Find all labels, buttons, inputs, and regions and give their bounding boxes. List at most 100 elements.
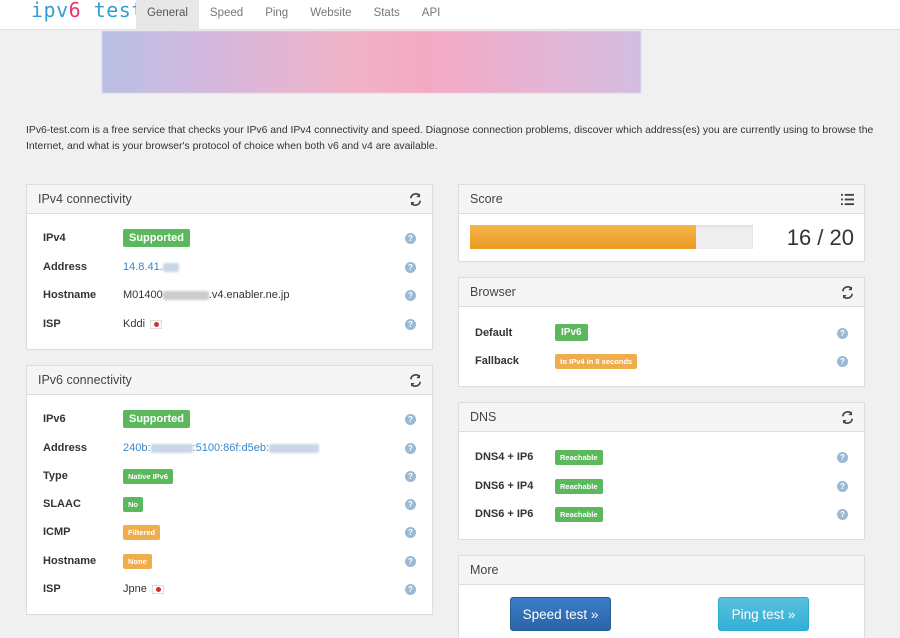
refresh-icon[interactable] (841, 411, 854, 424)
value-cell: Supported (123, 229, 190, 247)
ipv6-address-prefix[interactable]: 240b: (123, 442, 151, 454)
more-panel-header: More (459, 556, 864, 585)
type-badge: Native IPv6 (123, 469, 174, 484)
row-label: Address (43, 261, 88, 273)
hostname-prefix: M01400 (123, 289, 163, 301)
hostname-badge: None (123, 554, 152, 569)
main-nav: General Speed Ping Website Stats API (136, 0, 451, 30)
row-label: Type (43, 470, 68, 482)
help-icon[interactable]: ? (405, 584, 416, 595)
hostname-row: Hostname M01400 .v4.enabler.ne.jp ? (27, 286, 432, 306)
refresh-icon[interactable] (841, 286, 854, 299)
score-panel-header: Score (459, 185, 864, 214)
help-icon[interactable]: ? (837, 356, 848, 367)
help-icon[interactable]: ? (405, 233, 416, 244)
dns-panel: DNS DNS4 + IP6 Reachable ? DNS6 + IP4 Re… (458, 402, 865, 540)
value-cell: Supported (123, 410, 190, 428)
fallback-badge: to IPv4 in 8 seconds (555, 354, 638, 369)
row-label: DNS4 + IP6 (475, 451, 534, 463)
help-icon[interactable]: ? (405, 471, 416, 482)
row-label: Hostname (43, 289, 97, 301)
dns-panel-header: DNS (459, 403, 864, 432)
help-icon[interactable]: ? (837, 328, 848, 339)
ipv4-address-value[interactable]: 14.8.41. (123, 261, 163, 273)
help-icon[interactable]: ? (405, 499, 416, 510)
row-label: DNS6 + IP4 (475, 480, 534, 492)
row-label: Address (43, 442, 88, 454)
hostname-suffix: .v4.enabler.ne.jp (208, 289, 290, 301)
value-cell: Kddi (123, 318, 163, 330)
help-icon[interactable]: ? (837, 452, 848, 463)
value-cell: Jpne (123, 583, 164, 595)
list-icon[interactable] (841, 193, 854, 206)
browser-panel-title: Browser (470, 285, 516, 299)
score-panel: Score 16 / 20 (458, 184, 865, 262)
value-cell: IPv6 (555, 324, 588, 341)
japan-flag-icon (151, 584, 164, 594)
nav-website[interactable]: Website (299, 0, 362, 30)
fallback-row: Fallback to IPv4 in 8 seconds ? (459, 352, 864, 372)
row-label: ISP (43, 583, 61, 595)
dns6-ip4-row: DNS6 + IP4 Reachable ? (459, 477, 864, 497)
status-badge: Supported (123, 410, 190, 428)
slaac-badge: No (123, 497, 143, 512)
nav-general[interactable]: General (136, 0, 199, 30)
help-icon[interactable]: ? (405, 290, 416, 301)
more-panel-title: More (470, 563, 499, 577)
slaac-row: SLAAC No ? (27, 495, 432, 515)
help-icon[interactable]: ? (405, 262, 416, 273)
score-progress-bar (470, 225, 753, 249)
value-cell: Filtered (123, 525, 161, 540)
help-icon[interactable]: ? (405, 443, 416, 454)
row-label: ICMP (43, 526, 71, 538)
row-label: SLAAC (43, 498, 81, 510)
site-logo[interactable]: ipv6 test (31, 0, 144, 22)
score-progress-fill (470, 225, 697, 249)
help-icon[interactable]: ? (837, 509, 848, 520)
refresh-icon[interactable] (409, 374, 422, 387)
ping-test-button[interactable]: Ping test » (718, 597, 809, 631)
icmp-badge: Filtered (123, 525, 161, 540)
help-icon[interactable]: ? (405, 527, 416, 538)
navbar: ipv6 test General Speed Ping Website Sta… (0, 0, 900, 30)
value-cell: None (123, 554, 152, 569)
default-protocol-badge: IPv6 (555, 324, 588, 341)
japan-flag-icon (150, 319, 163, 329)
browser-panel-header: Browser (459, 278, 864, 307)
isp-row: ISP Kddi ? (27, 315, 432, 335)
dns4-ip6-row: DNS4 + IP6 Reachable ? (459, 448, 864, 468)
isp-value: Kddi (123, 318, 146, 330)
type-row: Type Native IPv6 ? (27, 467, 432, 487)
value-cell: M01400 .v4.enabler.ne.jp (123, 289, 290, 301)
refresh-icon[interactable] (409, 193, 422, 206)
row-label: DNS6 + IP6 (475, 508, 534, 520)
isp-value: Jpne (123, 583, 147, 595)
nav-api[interactable]: API (411, 0, 452, 30)
nav-stats[interactable]: Stats (363, 0, 411, 30)
nav-speed[interactable]: Speed (199, 0, 254, 30)
nav-ping[interactable]: Ping (254, 0, 299, 30)
icmp-row: ICMP Filtered ? (27, 523, 432, 543)
more-panel: More Speed test » Ping test » (458, 555, 865, 638)
value-cell: 14.8.41. (123, 261, 179, 273)
score-body: 16 / 20 (459, 214, 864, 262)
dns-panel-title: DNS (470, 410, 497, 424)
help-icon[interactable]: ? (405, 556, 416, 567)
ipv6-panel-title: IPv6 connectivity (38, 373, 132, 387)
ipv4-panel-title: IPv4 connectivity (38, 192, 132, 206)
help-icon[interactable]: ? (405, 319, 416, 330)
ipv4-panel-header: IPv4 connectivity (27, 185, 432, 214)
score-value: 16 / 20 (786, 225, 854, 250)
speed-test-button[interactable]: Speed test » (510, 597, 611, 631)
redacted-block (269, 443, 319, 453)
advertisement-banner[interactable] (102, 31, 641, 93)
hostname-row: Hostname None ? (27, 552, 432, 572)
isp-row: ISP Jpne ? (27, 580, 432, 600)
value-cell: Reachable (555, 479, 603, 494)
help-icon[interactable]: ? (405, 414, 416, 425)
logo-text-test: test (81, 0, 144, 22)
ipv6-row: IPv6 Supported ? (27, 410, 432, 430)
help-icon[interactable]: ? (837, 481, 848, 492)
ipv6-address-middle[interactable]: :5100:86f:d5eb: (193, 442, 269, 454)
default-row: Default IPv6 ? (459, 324, 864, 344)
